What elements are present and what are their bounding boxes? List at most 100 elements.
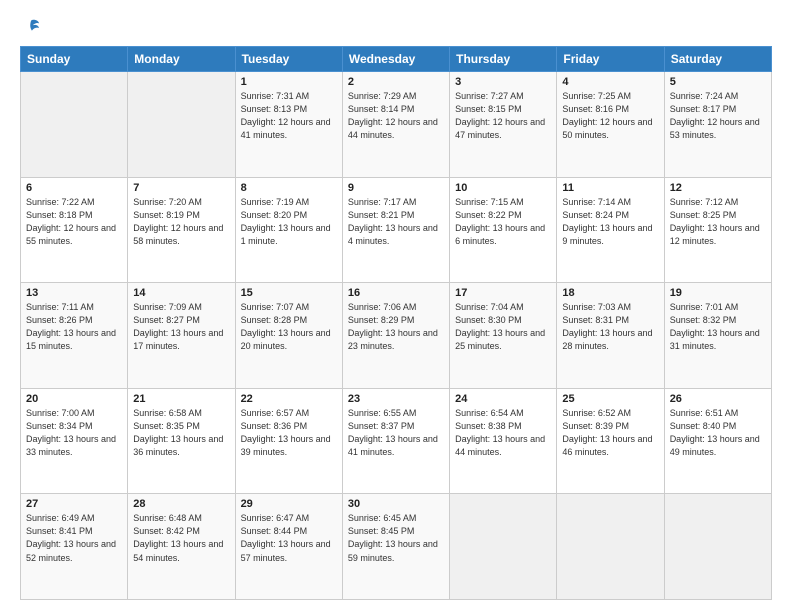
- col-header-monday: Monday: [128, 47, 235, 72]
- logo-bird-icon: [22, 18, 40, 36]
- day-info: Sunrise: 7:03 AMSunset: 8:31 PMDaylight:…: [562, 301, 658, 353]
- day-info: Sunrise: 7:29 AMSunset: 8:14 PMDaylight:…: [348, 90, 444, 142]
- day-number: 29: [241, 498, 337, 510]
- calendar-cell: 3 Sunrise: 7:27 AMSunset: 8:15 PMDaylight…: [450, 72, 557, 178]
- col-header-thursday: Thursday: [450, 47, 557, 72]
- day-number: 24: [455, 393, 551, 405]
- calendar-cell: 18 Sunrise: 7:03 AMSunset: 8:31 PMDayligh…: [557, 283, 664, 389]
- day-number: 23: [348, 393, 444, 405]
- day-number: 1: [241, 76, 337, 88]
- day-number: 6: [26, 182, 122, 194]
- calendar-cell: 11 Sunrise: 7:14 AMSunset: 8:24 PMDayligh…: [557, 177, 664, 283]
- calendar-cell: 5 Sunrise: 7:24 AMSunset: 8:17 PMDaylight…: [664, 72, 771, 178]
- day-info: Sunrise: 6:45 AMSunset: 8:45 PMDaylight:…: [348, 512, 444, 564]
- calendar-header-row: SundayMondayTuesdayWednesdayThursdayFrid…: [21, 47, 772, 72]
- calendar-cell: 26 Sunrise: 6:51 AMSunset: 8:40 PMDayligh…: [664, 388, 771, 494]
- day-info: Sunrise: 7:22 AMSunset: 8:18 PMDaylight:…: [26, 196, 122, 248]
- day-number: 8: [241, 182, 337, 194]
- col-header-tuesday: Tuesday: [235, 47, 342, 72]
- day-info: Sunrise: 6:51 AMSunset: 8:40 PMDaylight:…: [670, 407, 766, 459]
- day-number: 15: [241, 287, 337, 299]
- day-number: 26: [670, 393, 766, 405]
- day-number: 25: [562, 393, 658, 405]
- col-header-saturday: Saturday: [664, 47, 771, 72]
- day-info: Sunrise: 7:12 AMSunset: 8:25 PMDaylight:…: [670, 196, 766, 248]
- calendar-cell: 21Sunrise: 6:58 AMSunset: 8:35 PMDayligh…: [128, 388, 235, 494]
- day-number: 19: [670, 287, 766, 299]
- day-info: Sunrise: 6:48 AMSunset: 8:42 PMDaylight:…: [133, 512, 229, 564]
- calendar-cell: [664, 494, 771, 600]
- calendar-cell: 9 Sunrise: 7:17 AMSunset: 8:21 PMDaylight…: [342, 177, 449, 283]
- day-number: 20: [26, 393, 122, 405]
- day-info: Sunrise: 6:54 AMSunset: 8:38 PMDaylight:…: [455, 407, 551, 459]
- day-info: Sunrise: 7:17 AMSunset: 8:21 PMDaylight:…: [348, 196, 444, 248]
- calendar-cell: 6 Sunrise: 7:22 AMSunset: 8:18 PMDaylight…: [21, 177, 128, 283]
- day-number: 22: [241, 393, 337, 405]
- day-info: Sunrise: 7:27 AMSunset: 8:15 PMDaylight:…: [455, 90, 551, 142]
- header: [20, 18, 772, 36]
- day-info: Sunrise: 6:57 AMSunset: 8:36 PMDaylight:…: [241, 407, 337, 459]
- calendar-cell: 4 Sunrise: 7:25 AMSunset: 8:16 PMDaylight…: [557, 72, 664, 178]
- day-info: Sunrise: 7:15 AMSunset: 8:22 PMDaylight:…: [455, 196, 551, 248]
- day-info: Sunrise: 7:20 AMSunset: 8:19 PMDaylight:…: [133, 196, 229, 248]
- col-header-friday: Friday: [557, 47, 664, 72]
- calendar-cell: 23Sunrise: 6:55 AMSunset: 8:37 PMDayligh…: [342, 388, 449, 494]
- calendar-cell: 1 Sunrise: 7:31 AMSunset: 8:13 PMDaylight…: [235, 72, 342, 178]
- calendar-cell: 25 Sunrise: 6:52 AMSunset: 8:39 PMDayligh…: [557, 388, 664, 494]
- day-number: 3: [455, 76, 551, 88]
- calendar-cell: 10Sunrise: 7:15 AMSunset: 8:22 PMDayligh…: [450, 177, 557, 283]
- calendar-cell: 24 Sunrise: 6:54 AMSunset: 8:38 PMDayligh…: [450, 388, 557, 494]
- day-number: 5: [670, 76, 766, 88]
- day-info: Sunrise: 7:01 AMSunset: 8:32 PMDaylight:…: [670, 301, 766, 353]
- calendar-cell: 8 Sunrise: 7:19 AMSunset: 8:20 PMDaylight…: [235, 177, 342, 283]
- day-number: 18: [562, 287, 658, 299]
- calendar-table: SundayMondayTuesdayWednesdayThursdayFrid…: [20, 46, 772, 600]
- calendar-cell: 15 Sunrise: 7:07 AMSunset: 8:28 PMDayligh…: [235, 283, 342, 389]
- calendar-cell: 28Sunrise: 6:48 AMSunset: 8:42 PMDayligh…: [128, 494, 235, 600]
- day-number: 27: [26, 498, 122, 510]
- calendar-week-2: 6 Sunrise: 7:22 AMSunset: 8:18 PMDaylight…: [21, 177, 772, 283]
- day-info: Sunrise: 7:00 AMSunset: 8:34 PMDaylight:…: [26, 407, 122, 459]
- col-header-sunday: Sunday: [21, 47, 128, 72]
- day-number: 14: [133, 287, 229, 299]
- day-number: 7: [133, 182, 229, 194]
- day-info: Sunrise: 7:14 AMSunset: 8:24 PMDaylight:…: [562, 196, 658, 248]
- day-number: 9: [348, 182, 444, 194]
- day-number: 16: [348, 287, 444, 299]
- day-number: 11: [562, 182, 658, 194]
- calendar-cell: [450, 494, 557, 600]
- calendar-cell: [557, 494, 664, 600]
- day-info: Sunrise: 7:24 AMSunset: 8:17 PMDaylight:…: [670, 90, 766, 142]
- col-header-wednesday: Wednesday: [342, 47, 449, 72]
- day-info: Sunrise: 7:19 AMSunset: 8:20 PMDaylight:…: [241, 196, 337, 248]
- calendar-cell: 17 Sunrise: 7:04 AMSunset: 8:30 PMDayligh…: [450, 283, 557, 389]
- calendar-cell: 2Sunrise: 7:29 AMSunset: 8:14 PMDaylight…: [342, 72, 449, 178]
- day-info: Sunrise: 7:09 AMSunset: 8:27 PMDaylight:…: [133, 301, 229, 353]
- day-number: 30: [348, 498, 444, 510]
- calendar-cell: 19 Sunrise: 7:01 AMSunset: 8:32 PMDayligh…: [664, 283, 771, 389]
- calendar-cell: 16 Sunrise: 7:06 AMSunset: 8:29 PMDayligh…: [342, 283, 449, 389]
- calendar-cell: 7 Sunrise: 7:20 AMSunset: 8:19 PMDaylight…: [128, 177, 235, 283]
- calendar-cell: 27 Sunrise: 6:49 AMSunset: 8:41 PMDayligh…: [21, 494, 128, 600]
- day-info: Sunrise: 7:31 AMSunset: 8:13 PMDaylight:…: [241, 90, 337, 142]
- day-number: 17: [455, 287, 551, 299]
- day-info: Sunrise: 7:07 AMSunset: 8:28 PMDaylight:…: [241, 301, 337, 353]
- day-number: 12: [670, 182, 766, 194]
- page: SundayMondayTuesdayWednesdayThursdayFrid…: [0, 0, 792, 612]
- calendar-cell: 20 Sunrise: 7:00 AMSunset: 8:34 PMDayligh…: [21, 388, 128, 494]
- day-info: Sunrise: 6:58 AMSunset: 8:35 PMDaylight:…: [133, 407, 229, 459]
- day-info: Sunrise: 7:04 AMSunset: 8:30 PMDaylight:…: [455, 301, 551, 353]
- day-info: Sunrise: 6:49 AMSunset: 8:41 PMDaylight:…: [26, 512, 122, 564]
- day-info: Sunrise: 6:47 AMSunset: 8:44 PMDaylight:…: [241, 512, 337, 564]
- day-info: Sunrise: 6:52 AMSunset: 8:39 PMDaylight:…: [562, 407, 658, 459]
- calendar-cell: 30 Sunrise: 6:45 AMSunset: 8:45 PMDayligh…: [342, 494, 449, 600]
- calendar-week-3: 13Sunrise: 7:11 AMSunset: 8:26 PMDayligh…: [21, 283, 772, 389]
- calendar-week-1: 1 Sunrise: 7:31 AMSunset: 8:13 PMDaylight…: [21, 72, 772, 178]
- calendar-week-5: 27 Sunrise: 6:49 AMSunset: 8:41 PMDayligh…: [21, 494, 772, 600]
- day-info: Sunrise: 7:06 AMSunset: 8:29 PMDaylight:…: [348, 301, 444, 353]
- day-number: 4: [562, 76, 658, 88]
- logo: [20, 18, 40, 36]
- day-number: 13: [26, 287, 122, 299]
- day-info: Sunrise: 7:25 AMSunset: 8:16 PMDaylight:…: [562, 90, 658, 142]
- calendar-cell: [128, 72, 235, 178]
